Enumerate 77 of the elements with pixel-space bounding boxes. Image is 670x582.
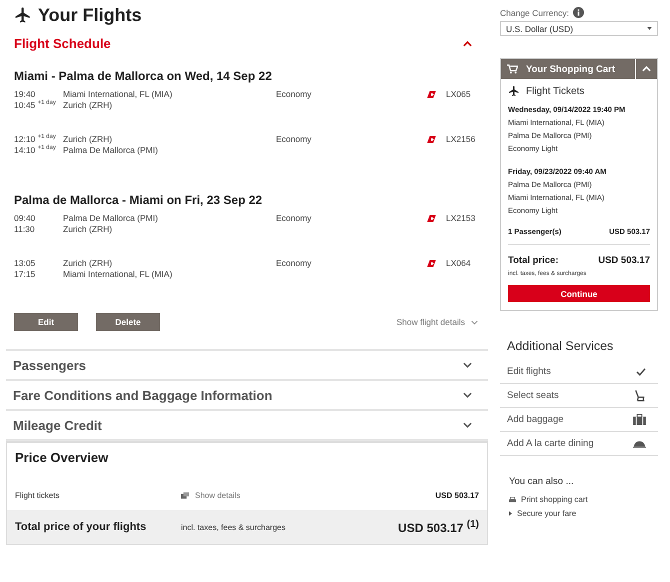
chevron-icon xyxy=(642,66,651,72)
triangle-icon[interactable] xyxy=(509,511,512,516)
dropdown-caret-icon xyxy=(647,27,652,30)
service-item[interactable]: Select seats xyxy=(500,384,658,408)
total-label: Total price of your flights xyxy=(15,521,148,533)
journey-heading: Miami - Palma de Mallorca on Wed, 14 Sep 22 xyxy=(14,69,273,83)
arrival-airport: Miami International, FL (MIA) xyxy=(63,269,174,280)
cloche-icon xyxy=(633,440,646,448)
action-button[interactable]: Edit xyxy=(14,313,78,331)
departure-airport: Miami International, FL (MIA) xyxy=(63,89,174,100)
cabin-class: Economy xyxy=(276,134,312,144)
section-title: Flight Schedule xyxy=(14,36,111,51)
cabin-class: Economy xyxy=(276,89,312,99)
show-details-link[interactable]: Show details xyxy=(195,490,240,500)
flight-number: LX2153 xyxy=(446,213,476,223)
cabin-class: Economy xyxy=(276,258,312,268)
departure-airport: Zurich (ZRH) xyxy=(63,258,114,269)
currency-dropdown[interactable]: U.S. Dollar (USD) xyxy=(500,21,658,36)
arrival-time: 14:10 $^{+1 day}$ xyxy=(14,145,57,156)
section-title[interactable]: Fare Conditions and Baggage Information xyxy=(13,388,272,402)
airline-logo-icon xyxy=(427,260,436,267)
section-title[interactable]: Passengers xyxy=(13,358,86,372)
airline-logo-icon xyxy=(427,215,436,222)
arrival-time: 17:15 xyxy=(14,269,36,280)
suitcase-icon xyxy=(633,414,646,425)
chevron-icon[interactable] xyxy=(463,422,472,428)
airplane-icon xyxy=(508,85,520,97)
departure-time: 13:05 xyxy=(14,258,36,269)
departure-time: 09:40 xyxy=(14,213,36,224)
cart-icon xyxy=(507,64,518,74)
page-title: Your Flights xyxy=(38,4,142,26)
flight-number: LX065 xyxy=(446,89,471,99)
arrival-airport: Zurich (ZRH) xyxy=(63,224,114,235)
printer-icon[interactable] xyxy=(509,496,516,502)
airplane-icon xyxy=(14,6,32,24)
service-item[interactable]: Edit flights xyxy=(500,360,658,384)
section-title[interactable]: Mileage Credit xyxy=(13,418,102,432)
action-button[interactable]: Delete xyxy=(96,313,160,331)
currency-label: Change Currency: xyxy=(500,8,569,18)
arrival-airport: Palma De Mallorca (PMI) xyxy=(63,145,159,156)
service-item[interactable]: Add baggage xyxy=(500,408,658,432)
departure-time: 19:40 xyxy=(14,89,36,100)
chevron-icon[interactable] xyxy=(463,40,472,46)
flight-number: LX064 xyxy=(446,258,471,268)
cart-section-title: Flight Tickets xyxy=(526,86,584,96)
arrival-time: 11:30 xyxy=(14,224,36,235)
windows-icon[interactable] xyxy=(181,492,189,498)
chevron-down-icon[interactable] xyxy=(471,320,478,324)
also-link[interactable]: Print shopping cart xyxy=(521,495,588,504)
check-icon xyxy=(636,368,646,376)
services-title: Additional Services xyxy=(507,339,614,353)
total-price: USD 503.17 xyxy=(598,255,650,266)
total-note: incl. taxes, fees & surcharges xyxy=(181,522,286,532)
item-label: Flight tickets xyxy=(15,490,60,500)
chevron-icon[interactable] xyxy=(463,362,472,368)
journey-heading: Palma de Mallorca - Miami on Fri, 23 Sep 22 xyxy=(14,193,264,207)
service-item[interactable]: Add A la carte dining xyxy=(500,432,658,456)
departure-airport: Palma De Mallorca (PMI) xyxy=(63,213,159,224)
arrival-time: 10:45 $^{+1 day}$ xyxy=(14,100,57,111)
chevron-icon[interactable] xyxy=(463,392,472,398)
price-overview-title: Price Overview xyxy=(14,449,110,467)
total-price: USD 503.17 $^{(1)}$ xyxy=(397,519,479,535)
airline-logo-icon xyxy=(427,91,436,98)
arrival-airport: Zurich (ZRH) xyxy=(63,100,114,111)
info-icon[interactable] xyxy=(572,7,584,18)
airline-logo-icon xyxy=(427,136,436,143)
departure-time: 12:10 $^{+1 day}$ xyxy=(14,134,57,144)
also-link[interactable]: Secure your fare xyxy=(517,509,576,518)
continue-button[interactable]: Continue xyxy=(508,285,650,302)
flight-number: LX2156 xyxy=(446,134,476,144)
show-flight-details-link[interactable]: Show flight details xyxy=(396,317,465,327)
also-title: You can also ... xyxy=(509,476,575,487)
total-label: Total price: xyxy=(508,255,558,266)
item-price: USD 503.17 xyxy=(434,490,479,500)
seat-icon xyxy=(634,389,646,402)
departure-airport: Zurich (ZRH) xyxy=(63,134,114,145)
cabin-class: Economy xyxy=(276,213,312,223)
